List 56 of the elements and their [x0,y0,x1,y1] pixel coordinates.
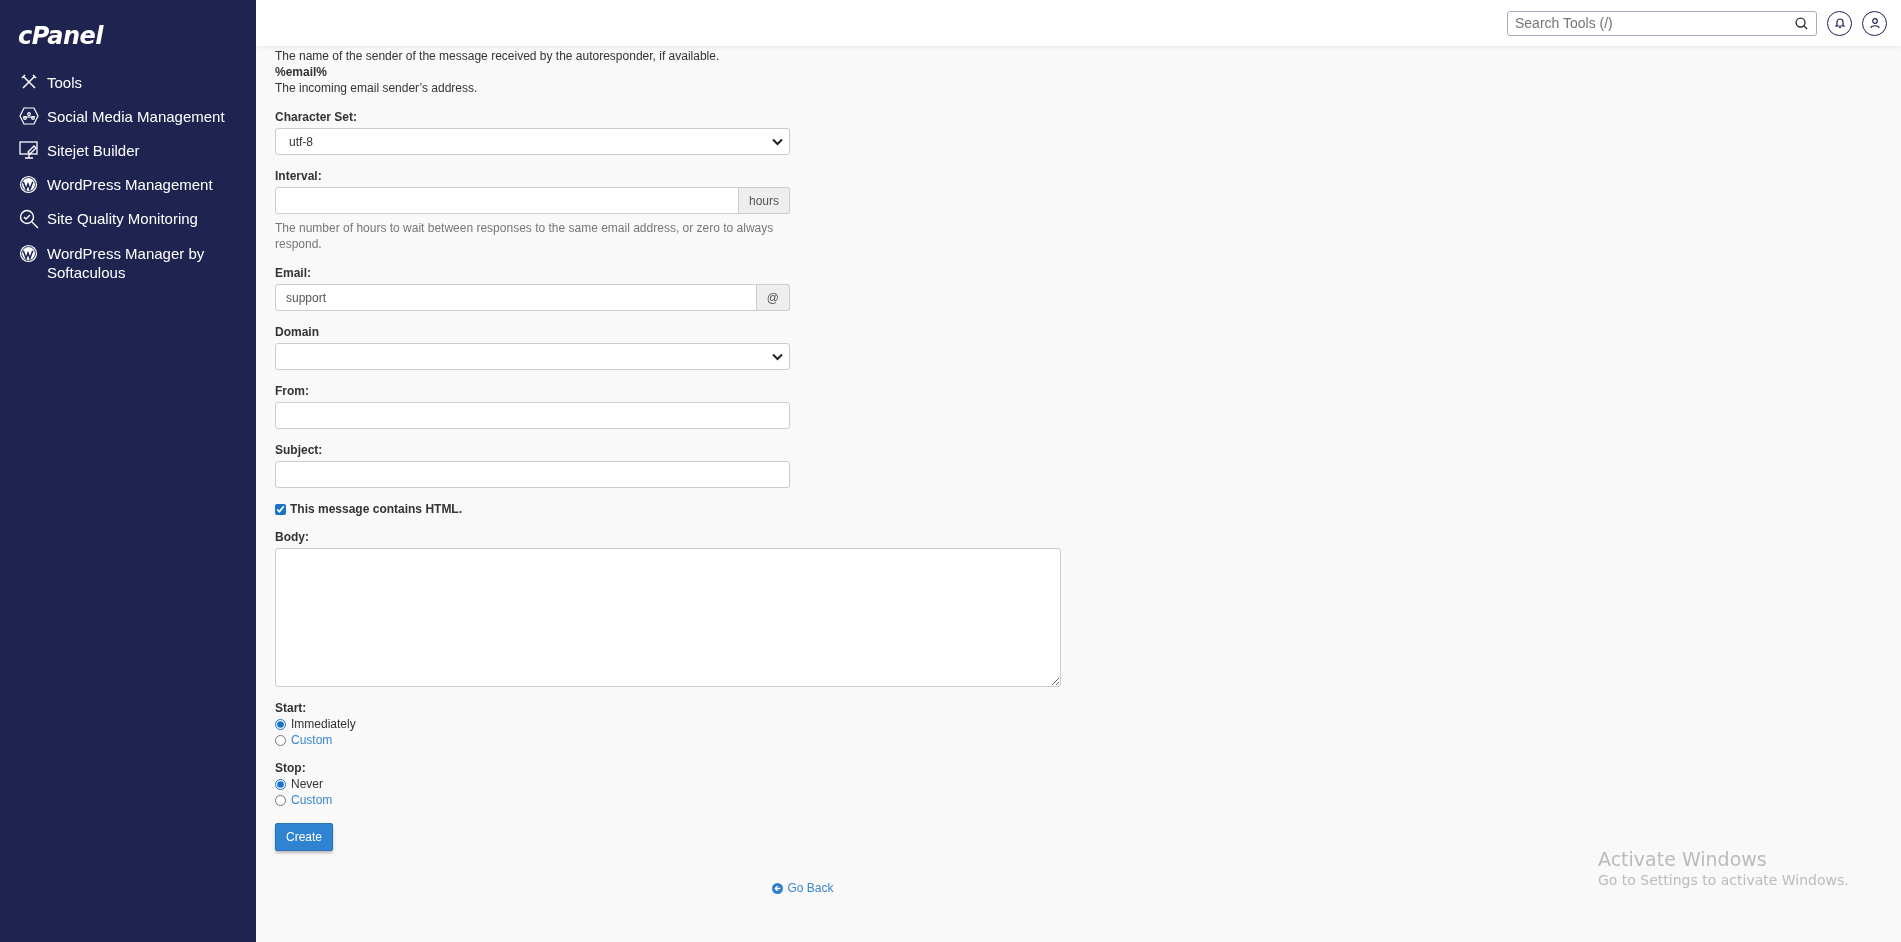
wordpress-icon [19,175,38,194]
radio-button[interactable] [275,718,286,730]
input-field[interactable]: support [275,284,757,311]
radio-button[interactable] [275,734,286,746]
user-menu-button[interactable] [1862,10,1887,36]
monitor-pen-icon [18,141,39,159]
radio-label: Custom [291,793,333,807]
input-addon: hours [738,187,790,214]
input-field[interactable] [275,402,790,429]
field-label: Domain [275,325,320,339]
radio-label: Never [291,777,323,791]
field-label: Character Set: [275,110,359,124]
checkbox-label: This message contains HTML. [290,502,463,516]
placeholder-tag: %email% [275,64,1331,80]
sidebar-item[interactable]: Site Quality Monitoring [18,206,228,232]
description-text: The incoming email sender’s address. [275,80,479,96]
sidebar-item[interactable]: Tools [18,70,228,95]
sidebar-item[interactable]: WordPress Manager by Softaculous [18,241,228,285]
input-field[interactable] [275,187,739,214]
input-addon: @ [756,284,790,311]
sidebar-item[interactable]: Social Media Management [18,104,228,129]
description-text: The name of the sender of the message received by the autoresponder, if available. [275,48,721,64]
arrow-left-circle-icon [772,882,784,894]
help-text: The number of hours to wait between responses to the same email address, or zero to always respond. [275,220,775,252]
sidebar-item[interactable]: Sitejet Builder [18,138,228,163]
field-label: Stop: [275,761,307,775]
radio-button[interactable] [275,778,286,790]
field-label: Interval: [275,169,323,183]
radio-button[interactable] [275,794,286,806]
go-back-link[interactable]: Go Back [772,881,834,895]
activation-notice-text: Go to Settings to activate Windows. [1598,872,1849,888]
tools-icon [19,73,38,91]
activation-notice-title: Activate Windows [1598,848,1768,870]
dropdown[interactable]: utf-8 [275,128,790,155]
chevron-down-icon [772,137,783,146]
field-label: Start: [275,701,308,715]
radio-label: Custom [291,733,333,747]
html-checkbox[interactable] [275,503,286,515]
wordpress-icon [19,244,38,263]
field-label: Email: [275,266,312,280]
chevron-down-icon [772,352,783,361]
search-icon [1795,16,1808,30]
radio-label: Immediately [291,717,356,731]
sidebar-item[interactable]: WordPress Management [18,172,228,197]
field-label: Body: [275,530,310,544]
user-icon [1868,17,1881,29]
create-button[interactable]: Create [275,823,334,851]
input-field[interactable] [275,461,790,488]
network-hexagon-icon [18,107,39,125]
search-field[interactable]: Search Tools (/) [1507,10,1817,36]
field-label: From: [275,384,310,398]
magnifier-check-icon [18,209,39,229]
field-label: Subject: [275,443,324,457]
bell-icon [1833,17,1846,29]
cpanel-logo[interactable]: cPanel [0,0,256,70]
notifications-button[interactable] [1827,10,1852,36]
